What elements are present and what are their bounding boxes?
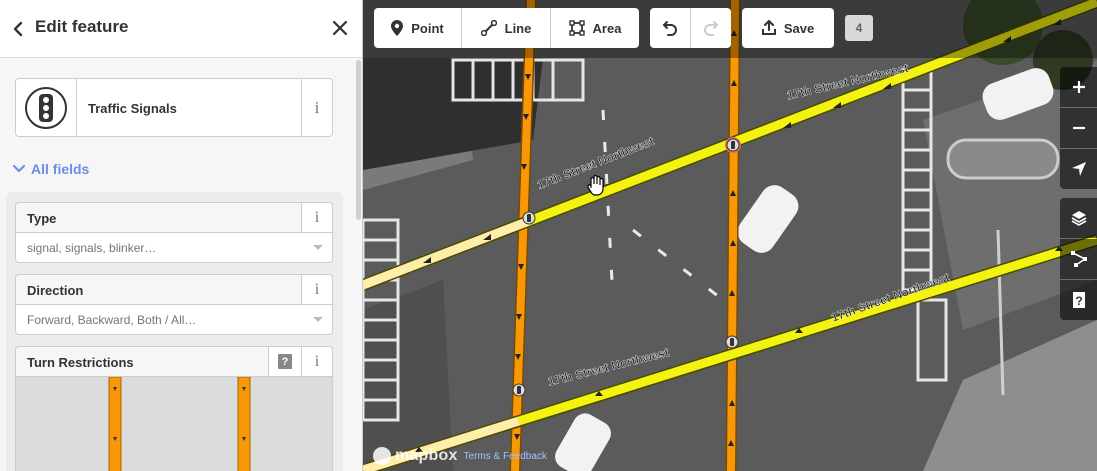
sidebar-header: Edit feature bbox=[0, 0, 362, 58]
line-icon bbox=[480, 20, 497, 36]
map-view[interactable]: 17th Street Northwest 17th Street Northw… bbox=[363, 0, 1097, 471]
sidebar-scrollbar[interactable] bbox=[356, 60, 361, 220]
back-icon[interactable] bbox=[8, 18, 28, 40]
field-type: Type i bbox=[15, 202, 333, 263]
area-icon bbox=[568, 20, 585, 36]
upload-icon bbox=[761, 20, 776, 35]
traffic-signals-icon bbox=[16, 79, 77, 136]
plus-icon bbox=[1072, 81, 1085, 93]
help-icon: ? bbox=[1072, 292, 1085, 308]
help-button[interactable]: ? bbox=[1060, 280, 1097, 320]
add-point-button[interactable]: Point bbox=[374, 8, 461, 48]
layers-icon bbox=[1071, 211, 1086, 226]
mapbox-logo[interactable]: mapbox bbox=[373, 447, 458, 465]
preset-item[interactable]: Traffic Signals i bbox=[15, 78, 333, 137]
edit-count-badge: 4 bbox=[845, 15, 873, 41]
background-layers-button[interactable] bbox=[1060, 198, 1097, 238]
preset-name: Traffic Signals bbox=[88, 101, 177, 116]
close-icon[interactable] bbox=[328, 16, 352, 40]
geolocate-button[interactable] bbox=[1060, 149, 1097, 189]
line-label: Line bbox=[504, 20, 532, 36]
help-icon: ? bbox=[278, 354, 292, 369]
save-button[interactable]: Save bbox=[742, 8, 834, 48]
undo-button[interactable] bbox=[650, 8, 690, 48]
mapbox-logo-icon bbox=[373, 447, 391, 465]
zoom-in-button[interactable] bbox=[1060, 67, 1097, 107]
all-fields-toggle[interactable]: All fields bbox=[13, 161, 89, 177]
location-arrow-icon bbox=[1071, 162, 1086, 176]
point-icon bbox=[391, 20, 404, 36]
add-area-button[interactable]: Area bbox=[551, 8, 639, 48]
field-direction: Direction i bbox=[15, 274, 333, 335]
field-type-label: Type i bbox=[16, 203, 332, 233]
svg-text:?: ? bbox=[1075, 294, 1082, 308]
traffic-signal-node[interactable] bbox=[725, 335, 739, 349]
traffic-signal-node[interactable] bbox=[725, 137, 741, 153]
all-fields-label: All fields bbox=[31, 161, 90, 177]
caret-down-icon[interactable] bbox=[313, 317, 323, 322]
save-label: Save bbox=[783, 20, 815, 36]
field-turn-restrictions: Turn Restrictions ? i bbox=[15, 346, 333, 471]
direction-combo[interactable] bbox=[16, 305, 332, 334]
chevron-down-icon bbox=[13, 164, 25, 173]
field-direction-info-button[interactable]: i bbox=[301, 275, 332, 304]
zoom-out-button[interactable] bbox=[1060, 108, 1097, 148]
field-direction-label-text: Direction bbox=[27, 283, 84, 298]
top-toolbar: Point Line Area Save 4 bbox=[363, 0, 1097, 58]
area-label: Area bbox=[592, 20, 622, 36]
field-direction-label: Direction i bbox=[16, 275, 332, 305]
type-combo[interactable] bbox=[16, 233, 332, 262]
traffic-signal-node[interactable] bbox=[512, 383, 526, 397]
field-turn-restrictions-help-button[interactable]: ? bbox=[268, 347, 301, 376]
map-data-icon bbox=[1070, 251, 1087, 267]
field-type-label-text: Type bbox=[27, 211, 57, 226]
redo-icon bbox=[704, 21, 718, 36]
field-type-info-button[interactable]: i bbox=[301, 203, 332, 232]
type-input[interactable] bbox=[16, 233, 332, 262]
field-turn-restrictions-label: Turn Restrictions ? i bbox=[16, 347, 332, 377]
map-data-button[interactable] bbox=[1060, 239, 1097, 279]
aerial-imagery: 17th Street Northwest 17th Street Northw… bbox=[363, 0, 1097, 471]
preset-info-button[interactable]: i bbox=[301, 79, 332, 136]
mapbox-logo-text: mapbox bbox=[395, 447, 458, 464]
field-turn-restrictions-label-text: Turn Restrictions bbox=[27, 355, 134, 370]
map-attribution: mapbox Terms & Feedback bbox=[373, 447, 547, 465]
sidebar: Edit feature Traffic Signals i All field… bbox=[0, 0, 363, 471]
sidebar-title: Edit feature bbox=[35, 17, 129, 36]
caret-down-icon[interactable] bbox=[313, 245, 323, 250]
turn-restrictions-map[interactable] bbox=[16, 377, 332, 471]
direction-input[interactable] bbox=[16, 305, 332, 334]
field-turn-restrictions-info-button[interactable]: i bbox=[301, 347, 332, 376]
traffic-signal-node[interactable] bbox=[522, 211, 536, 225]
add-line-button[interactable]: Line bbox=[462, 8, 550, 48]
redo-button[interactable] bbox=[691, 8, 731, 48]
minus-icon bbox=[1072, 126, 1085, 130]
point-label: Point bbox=[411, 20, 444, 36]
terms-feedback-link[interactable]: Terms & Feedback bbox=[464, 451, 547, 462]
undo-icon bbox=[663, 21, 677, 36]
